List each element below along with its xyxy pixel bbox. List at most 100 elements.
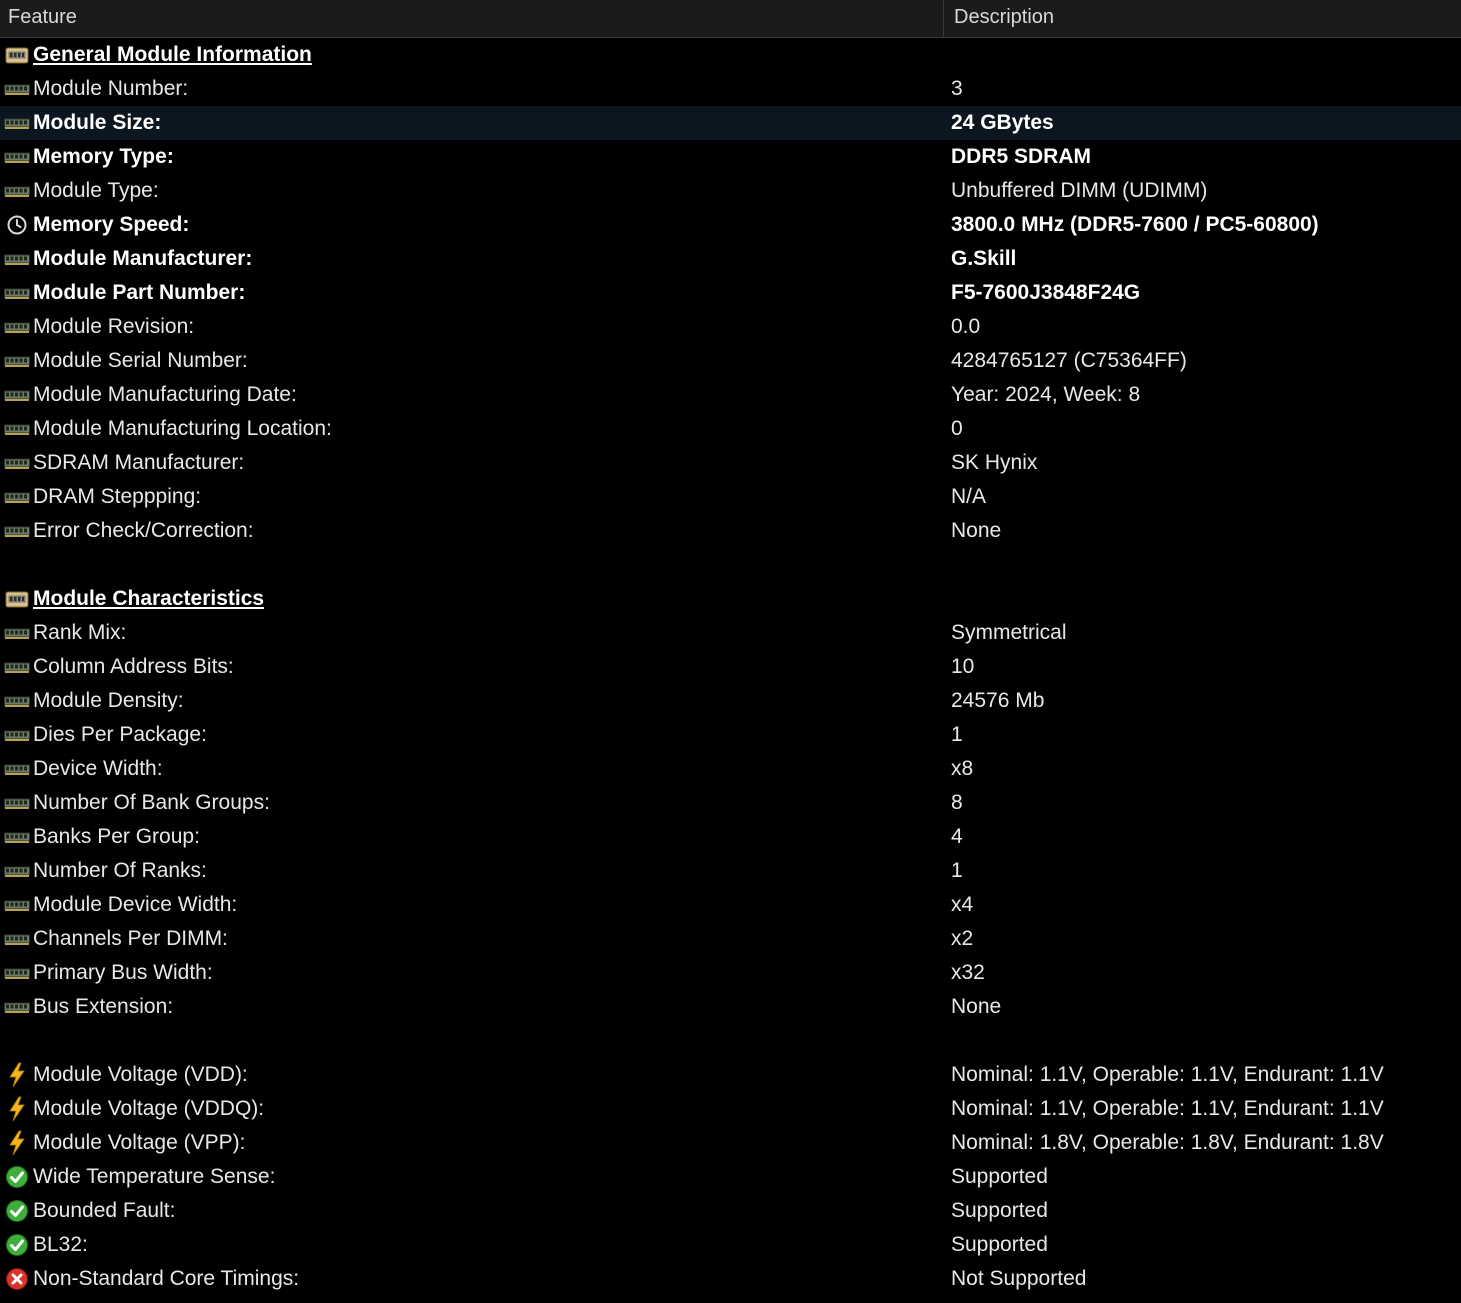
ram-icon (4, 344, 30, 378)
ram-icon (4, 616, 30, 650)
ram-icon (4, 650, 30, 684)
description-value: Nominal: 1.1V, Operable: 1.1V, Endurant:… (951, 1097, 1384, 1120)
row-sdram-manufacturer[interactable]: SDRAM Manufacturer: SK Hynix (0, 446, 1461, 480)
feature-label: Bus Extension: (33, 995, 174, 1018)
module-folder-icon (4, 38, 30, 72)
feature-label: Module Voltage (VPP): (33, 1131, 246, 1154)
row-primary-bus-width[interactable]: Primary Bus Width: x32 (0, 956, 1461, 990)
description-value: Supported (951, 1165, 1048, 1188)
error-icon (4, 1262, 30, 1296)
row-module-voltage-vdd[interactable]: Module Voltage (VDD): Nominal: 1.1V, Oper… (0, 1058, 1461, 1092)
row-module-density[interactable]: Module Density: 24576 Mb (0, 684, 1461, 718)
lightning-icon (4, 1058, 30, 1092)
feature-label: Banks Per Group: (33, 825, 200, 848)
column-header-feature[interactable]: Feature (0, 0, 944, 37)
row-error-check-correction[interactable]: Error Check/Correction: None (0, 514, 1461, 548)
row-module-manufacturing-location[interactable]: Module Manufacturing Location: 0 (0, 412, 1461, 446)
row-module-number[interactable]: Module Number: 3 (0, 72, 1461, 106)
description-value: 3 (951, 77, 963, 100)
row-bounded-fault[interactable]: Bounded Fault: Supported (0, 1194, 1461, 1228)
feature-label: Channels Per DIMM: (33, 927, 228, 950)
feature-label: Memory Type: (33, 145, 174, 168)
description-value: N/A (951, 485, 987, 508)
row-module-size[interactable]: Module Size: 24 GBytes (0, 106, 1461, 140)
row-non-standard-core-timings[interactable]: Non-Standard Core Timings: Not Supported (0, 1262, 1461, 1296)
ram-icon (4, 684, 30, 718)
description-value: 10 (951, 655, 975, 678)
description-value: None (951, 519, 1002, 542)
ram-icon (4, 378, 30, 412)
row-bus-extension[interactable]: Bus Extension: None (0, 990, 1461, 1024)
row-module-part-number[interactable]: Module Part Number: F5-7600J3848F24G (0, 276, 1461, 310)
row-module-manufacturing-date[interactable]: Module Manufacturing Date: Year: 2024, We… (0, 378, 1461, 412)
row-number-of-bank-groups[interactable]: Number Of Bank Groups: 8 (0, 786, 1461, 820)
description-value: 8 (951, 791, 963, 814)
description-value: Nominal: 1.8V, Operable: 1.8V, Endurant:… (951, 1131, 1384, 1154)
description-value: Nominal: 1.1V, Operable: 1.1V, Endurant:… (951, 1063, 1384, 1086)
ram-icon (4, 446, 30, 480)
ram-icon (4, 752, 30, 786)
description-value: 1 (951, 859, 963, 882)
description-value: 4284765127 (C75364FF) (951, 349, 1187, 372)
row-module-revision[interactable]: Module Revision: 0.0 (0, 310, 1461, 344)
feature-label: Bounded Fault: (33, 1199, 176, 1222)
column-header-description[interactable]: Description (944, 0, 1461, 37)
row-module-device-width[interactable]: Module Device Width: x4 (0, 888, 1461, 922)
feature-label: Wide Temperature Sense: (33, 1165, 276, 1188)
description-value: SK Hynix (951, 451, 1038, 474)
check-icon (4, 1228, 30, 1262)
row-bl32[interactable]: BL32: Supported (0, 1228, 1461, 1262)
row-module-voltage-vpp[interactable]: Module Voltage (VPP): Nominal: 1.8V, Oper… (0, 1126, 1461, 1160)
row-number-of-ranks[interactable]: Number Of Ranks: 1 (0, 854, 1461, 888)
feature-label: Column Address Bits: (33, 655, 234, 678)
row-memory-type[interactable]: Memory Type: DDR5 SDRAM (0, 140, 1461, 174)
row-module-type[interactable]: Module Type: Unbuffered DIMM (UDIMM) (0, 174, 1461, 208)
feature-label: Primary Bus Width: (33, 961, 213, 984)
description-value: x2 (951, 927, 974, 950)
row-dies-per-package[interactable]: Dies Per Package: 1 (0, 718, 1461, 752)
row-module-manufacturer[interactable]: Module Manufacturer: G.Skill (0, 242, 1461, 276)
description-value: x32 (951, 961, 985, 984)
feature-label: Module Revision: (33, 315, 195, 338)
row-device-width[interactable]: Device Width: x8 (0, 752, 1461, 786)
row-dram-steppping[interactable]: DRAM Steppping: N/A (0, 480, 1461, 514)
row-module-voltage-vddq[interactable]: Module Voltage (VDDQ): Nominal: 1.1V, Ope… (0, 1092, 1461, 1126)
row-banks-per-group[interactable]: Banks Per Group: 4 (0, 820, 1461, 854)
ram-icon (4, 242, 30, 276)
description-value: Year: 2024, Week: 8 (951, 383, 1141, 406)
ram-icon (4, 820, 30, 854)
section-title: General Module Information (33, 43, 312, 66)
feature-label: Non-Standard Core Timings: (33, 1267, 300, 1290)
section-title: Module Characteristics (33, 587, 265, 610)
row-column-address-bits[interactable]: Column Address Bits: 10 (0, 650, 1461, 684)
description-value: Not Supported (951, 1267, 1087, 1290)
feature-label: SDRAM Manufacturer: (33, 451, 245, 474)
ram-icon (4, 888, 30, 922)
section-header-general-module-information[interactable]: General Module Information (0, 38, 1461, 72)
ram-icon (4, 514, 30, 548)
description-value: x8 (951, 757, 974, 780)
row-channels-per-dimm[interactable]: Channels Per DIMM: x2 (0, 922, 1461, 956)
feature-label: BL32: (33, 1233, 88, 1256)
row-rank-mix[interactable]: Rank Mix: Symmetrical (0, 616, 1461, 650)
ram-icon (4, 310, 30, 344)
property-list: General Module Information Module Number:… (0, 38, 1461, 1296)
spacer-row (0, 1024, 1461, 1058)
row-memory-speed[interactable]: Memory Speed: 3800.0 MHz (DDR5-7600 / PC5… (0, 208, 1461, 242)
section-header-module-characteristics[interactable]: Module Characteristics (0, 582, 1461, 616)
feature-label: Module Type: (33, 179, 159, 202)
feature-label: Error Check/Correction: (33, 519, 254, 542)
description-value: None (951, 995, 1002, 1018)
check-icon (4, 1160, 30, 1194)
row-wide-temperature-sense[interactable]: Wide Temperature Sense: Supported (0, 1160, 1461, 1194)
description-value: 0.0 (951, 315, 981, 338)
feature-label: Module Part Number: (33, 281, 246, 304)
feature-label: Number Of Ranks: (33, 859, 207, 882)
feature-label: Rank Mix: (33, 621, 127, 644)
feature-label: Number Of Bank Groups: (33, 791, 270, 814)
description-value: 0 (951, 417, 963, 440)
ram-icon (4, 72, 30, 106)
description-value: 24 GBytes (951, 111, 1054, 134)
feature-label: DRAM Steppping: (33, 485, 202, 508)
row-module-serial-number[interactable]: Module Serial Number: 4284765127 (C75364F… (0, 344, 1461, 378)
